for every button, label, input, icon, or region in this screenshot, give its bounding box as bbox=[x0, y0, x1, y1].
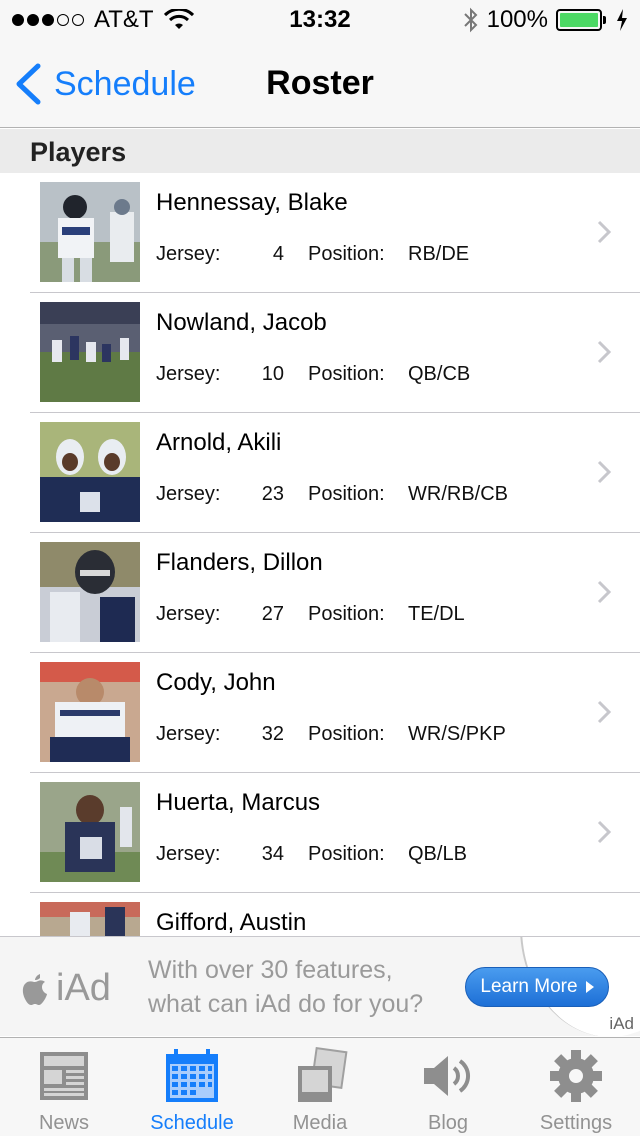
position-value: WR/S/PKP bbox=[408, 723, 506, 745]
chevron-right-icon bbox=[597, 700, 612, 724]
player-photo bbox=[40, 902, 140, 936]
ad-copy-line-1: With over 30 features, bbox=[148, 956, 393, 984]
navigation-bar: Schedule Roster bbox=[0, 40, 640, 128]
status-bar: AT&T 13:32 100% bbox=[0, 0, 640, 40]
newspaper-icon bbox=[40, 1052, 88, 1100]
position-label: Position: bbox=[308, 483, 385, 505]
player-row[interactable]: Gifford, Austin bbox=[30, 893, 640, 936]
status-left: AT&T bbox=[12, 6, 252, 34]
chevron-right-icon bbox=[597, 220, 612, 244]
tab-label: News bbox=[38, 1112, 89, 1134]
jersey-label: Jersey: bbox=[156, 843, 221, 865]
wifi-icon bbox=[163, 9, 194, 29]
tab-bar: News Schedule Media Blog Settings bbox=[0, 1037, 640, 1136]
position-value: RB/DE bbox=[408, 243, 470, 265]
learn-more-button[interactable]: Learn More bbox=[465, 967, 609, 1007]
tab-media[interactable]: Media bbox=[256, 1038, 384, 1136]
player-photo bbox=[40, 302, 140, 402]
player-row[interactable]: Cody, John Jersey: 32 Position: WR/S/PKP bbox=[30, 653, 640, 773]
status-time: 13:32 bbox=[289, 6, 351, 33]
player-row[interactable]: Flanders, Dillon Jersey: 27 Position: TE… bbox=[30, 533, 640, 653]
jersey-number: 34 bbox=[261, 843, 284, 865]
jersey-label: Jersey: bbox=[156, 363, 221, 385]
charging-bolt-icon bbox=[617, 9, 627, 31]
status-right: 100% bbox=[388, 6, 628, 34]
chevron-right-icon bbox=[597, 460, 612, 484]
learn-more-label: Learn More bbox=[480, 976, 578, 997]
battery-icon bbox=[556, 9, 606, 31]
jersey-number: 27 bbox=[261, 603, 284, 625]
player-photo bbox=[40, 182, 140, 282]
player-row[interactable]: Huerta, Marcus Jersey: 34 Position: QB/L… bbox=[30, 773, 640, 893]
player-name: Hennessay, Blake bbox=[156, 189, 348, 216]
player-name: Cody, John bbox=[156, 669, 276, 696]
position-label: Position: bbox=[308, 843, 385, 865]
iad-brand: iAd bbox=[56, 967, 111, 1009]
screen: AT&T 13:32 100% Schedule Roster Players … bbox=[0, 0, 640, 1136]
jersey-number: 23 bbox=[261, 483, 284, 505]
iad-logo: iAd bbox=[20, 967, 111, 1010]
tab-blog[interactable]: Blog bbox=[384, 1038, 512, 1136]
apple-logo-icon bbox=[22, 973, 47, 1005]
section-header-players: Players bbox=[0, 129, 640, 173]
player-photo bbox=[40, 782, 140, 882]
tab-settings[interactable]: Settings bbox=[512, 1038, 640, 1136]
ad-copy: With over 30 features, what can iAd do f… bbox=[148, 953, 458, 1021]
jersey-number: 10 bbox=[261, 363, 284, 385]
position-label: Position: bbox=[308, 363, 385, 385]
media-icon bbox=[298, 1046, 348, 1102]
player-name: Nowland, Jacob bbox=[156, 309, 327, 336]
iad-corner-label: iAd bbox=[609, 1014, 634, 1033]
player-row[interactable]: Hennessay, Blake Jersey: 4 Position: RB/… bbox=[30, 173, 640, 293]
bluetooth-icon bbox=[463, 7, 478, 33]
player-row[interactable]: Arnold, Akili Jersey: 23 Position: WR/RB… bbox=[30, 413, 640, 533]
position-value: QB/LB bbox=[408, 843, 467, 865]
player-photo bbox=[40, 542, 140, 642]
tab-label: Media bbox=[292, 1112, 348, 1134]
player-name: Flanders, Dillon bbox=[156, 549, 323, 576]
player-photo bbox=[40, 422, 140, 522]
jersey-number: 32 bbox=[261, 723, 284, 745]
tab-label: Schedule bbox=[150, 1112, 234, 1134]
position-label: Position: bbox=[308, 723, 385, 745]
position-label: Position: bbox=[308, 603, 385, 625]
jersey-label: Jersey: bbox=[156, 483, 221, 505]
carrier-name: AT&T bbox=[94, 6, 154, 33]
chevron-right-icon bbox=[597, 340, 612, 364]
position-value: QB/CB bbox=[408, 363, 471, 385]
player-name: Arnold, Akili bbox=[156, 429, 282, 456]
chevron-right-icon bbox=[597, 580, 612, 604]
signal-strength-icon bbox=[12, 14, 84, 26]
calendar-icon bbox=[166, 1049, 218, 1102]
jersey-label: Jersey: bbox=[156, 603, 221, 625]
ad-copy-line-2: what can iAd do for you? bbox=[148, 990, 424, 1018]
player-row[interactable]: Nowland, Jacob Jersey: 10 Position: QB/C… bbox=[30, 293, 640, 413]
tab-label: Settings bbox=[539, 1112, 613, 1134]
tab-schedule[interactable]: Schedule bbox=[128, 1038, 256, 1136]
player-photo bbox=[40, 662, 140, 762]
position-value: TE/DL bbox=[408, 603, 465, 625]
page-title: Roster bbox=[266, 64, 374, 102]
ad-banner[interactable]: iAd With over 30 features, what can iAd … bbox=[0, 936, 640, 1036]
tab-label: Blog bbox=[427, 1112, 469, 1134]
speaker-icon bbox=[424, 1056, 470, 1096]
jersey-label: Jersey: bbox=[156, 243, 221, 265]
tab-news[interactable]: News bbox=[0, 1038, 128, 1136]
player-name: Huerta, Marcus bbox=[156, 789, 321, 816]
jersey-number: 4 bbox=[272, 243, 284, 265]
position-value: WR/RB/CB bbox=[408, 483, 508, 505]
chevron-right-icon bbox=[597, 820, 612, 844]
gear-icon bbox=[550, 1050, 602, 1102]
jersey-label: Jersey: bbox=[156, 723, 221, 745]
battery-percent: 100% bbox=[486, 6, 548, 33]
position-label: Position: bbox=[308, 243, 385, 265]
player-list[interactable]: Hennessay, Blake Jersey: 4 Position: RB/… bbox=[0, 173, 640, 936]
play-arrow-icon bbox=[585, 981, 594, 993]
player-name: Gifford, Austin bbox=[156, 909, 307, 936]
